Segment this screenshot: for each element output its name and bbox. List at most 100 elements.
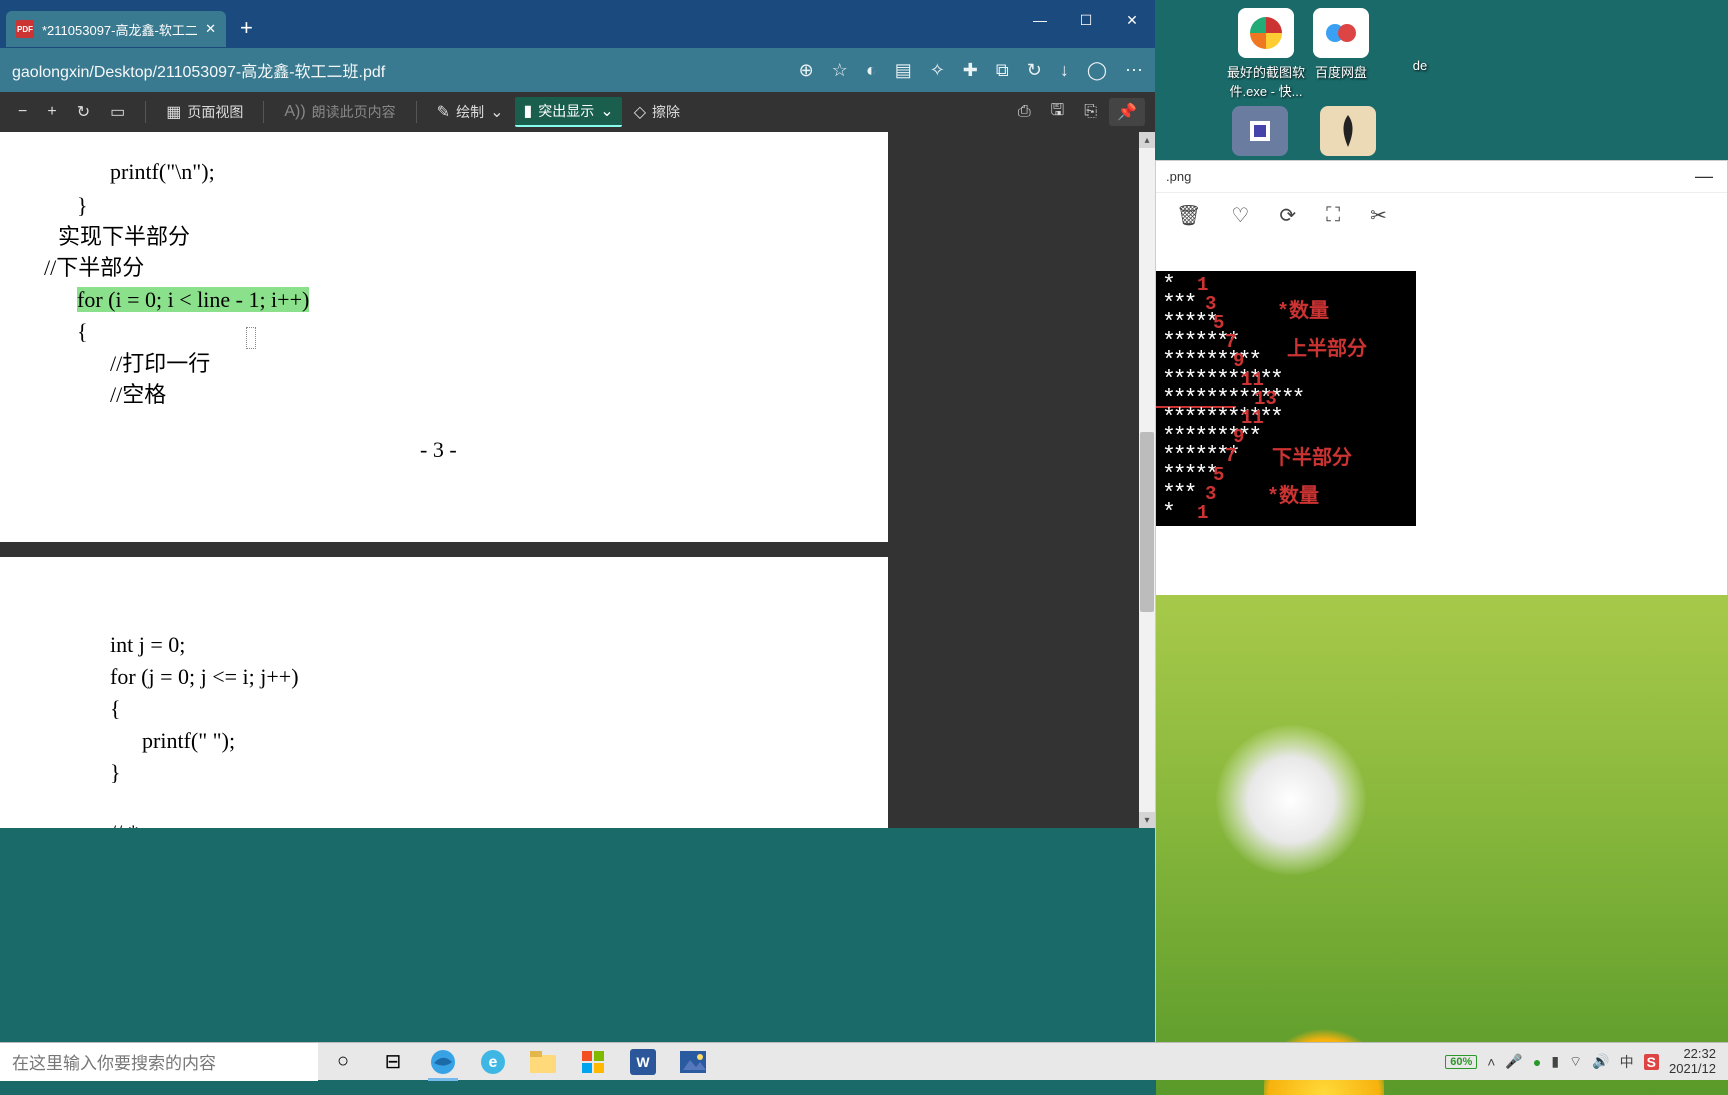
- edge-taskbar-icon[interactable]: [418, 1043, 468, 1081]
- pdf-toolbar: − + ↻ ▭ ▦页面视图 A))朗读此页内容 ✎绘制 ⌄ ▮突出显示 ⌄ ◇擦…: [0, 92, 1155, 132]
- vertical-scrollbar[interactable]: ▴ ▾: [1139, 132, 1155, 828]
- word-taskbar-icon[interactable]: W: [618, 1043, 668, 1081]
- favorite-icon[interactable]: ☆: [832, 60, 848, 81]
- rotate-button[interactable]: ↻: [69, 98, 98, 126]
- search-box[interactable]: 在这里输入你要搜索的内容: [0, 1043, 318, 1081]
- photos-filename: .png: [1166, 169, 1191, 184]
- code-line: }: [77, 188, 88, 223]
- system-tray: 60% ˄ 🎤 ● ▮ ⌔ 🔊 中 S 22:32 2021/12: [1445, 1047, 1728, 1076]
- history-icon[interactable]: ↻: [1027, 60, 1042, 81]
- code-line: int j = 0;: [110, 627, 185, 662]
- battery-indicator[interactable]: 60%: [1445, 1055, 1477, 1069]
- fit-button[interactable]: ▭: [102, 98, 133, 126]
- downloads-icon[interactable]: ↓: [1060, 60, 1069, 81]
- sogou-icon[interactable]: S: [1644, 1054, 1659, 1070]
- app-icon: [1320, 106, 1376, 156]
- desktop-icon-screenshot-tool[interactable]: 最好的截图软件.exe - 快...: [1225, 8, 1307, 100]
- code-line: printf(" ");: [142, 723, 235, 758]
- app-icon: [1313, 8, 1369, 58]
- draw-button[interactable]: ✎绘制 ⌄: [429, 98, 512, 126]
- svg-text:W: W: [636, 1054, 650, 1070]
- chevron-down-icon[interactable]: ⌄: [490, 102, 503, 122]
- address-text[interactable]: gaolongxin/Desktop/211053097-高龙鑫-软工二班.pd…: [12, 58, 791, 82]
- minimize-button[interactable]: —: [1017, 0, 1063, 40]
- toolbar-icons: ⊕ ☆ ◐ ▤ ✧ ✚ ⧉ ↻ ↓ ◯ ⋯: [799, 60, 1143, 81]
- avatar-icon[interactable]: ◯: [1087, 60, 1107, 81]
- menu-icon[interactable]: ⋯: [1125, 60, 1143, 81]
- profile-badge-icon[interactable]: ◐: [866, 60, 877, 81]
- favorites-bar-icon[interactable]: ✚: [963, 60, 978, 81]
- zoom-in-button[interactable]: +: [39, 99, 64, 125]
- code-line: // *: [110, 815, 139, 828]
- ime-icon[interactable]: 中: [1620, 1052, 1634, 1072]
- delete-icon[interactable]: 🗑: [1176, 203, 1201, 228]
- pdf-viewport[interactable]: printf("\n"); } 实现下半部分 //下半部分 for (i = 0…: [0, 132, 1155, 828]
- zoom-icon[interactable]: ⊕: [799, 60, 814, 81]
- erase-button[interactable]: ◇擦除: [626, 98, 688, 126]
- store-taskbar-icon[interactable]: [568, 1043, 618, 1081]
- close-window-button[interactable]: ✕: [1109, 0, 1155, 40]
- edit-icon[interactable]: ✂: [1370, 203, 1387, 228]
- task-view-button[interactable]: ⊟: [368, 1043, 418, 1081]
- photos-taskbar-icon[interactable]: [668, 1043, 718, 1081]
- page-view-button[interactable]: ▦页面视图: [158, 98, 251, 126]
- text-cursor: [246, 327, 256, 349]
- scroll-thumb[interactable]: [1140, 432, 1154, 612]
- photos-toolbar: 🗑 ♡ ⟳ ⛶ ✂: [1156, 193, 1727, 237]
- print-button[interactable]: ⎙: [1010, 99, 1039, 125]
- save-as-button[interactable]: ⎘: [1076, 99, 1105, 125]
- app-icon: [1232, 106, 1288, 156]
- explorer-taskbar-icon[interactable]: [518, 1043, 568, 1081]
- code-line: //下半部分: [44, 250, 144, 285]
- highlight-button[interactable]: ▮突出显示 ⌄: [515, 97, 621, 127]
- battery-icon[interactable]: ▮: [1551, 1053, 1559, 1070]
- svg-text:e: e: [489, 1054, 498, 1071]
- maximize-button[interactable]: ☐: [1063, 0, 1109, 40]
- read-aloud-button[interactable]: A))朗读此页内容: [276, 98, 403, 126]
- reading-icon[interactable]: ▤: [895, 60, 912, 81]
- new-tab-button[interactable]: +: [240, 15, 253, 41]
- photos-app-window: .png — 🗑 ♡ ⟳ ⛶ ✂ *1 ***3*数量 *****5 *****…: [1155, 160, 1728, 1080]
- browser-tab[interactable]: PDF *211053097-高龙鑫-软工二班.p ✕: [6, 11, 226, 47]
- favorite-icon[interactable]: ♡: [1231, 203, 1249, 228]
- minimize-button[interactable]: —: [1695, 166, 1713, 187]
- pin-toolbar-button[interactable]: 📌: [1109, 98, 1145, 126]
- browser2-taskbar-icon[interactable]: e: [468, 1043, 518, 1081]
- search-placeholder: 在这里输入你要搜索的内容: [12, 1049, 216, 1074]
- scroll-up-button[interactable]: ▴: [1139, 132, 1155, 148]
- draw-label: 绘制: [456, 102, 484, 122]
- edge-browser-window: PDF *211053097-高龙鑫-软工二班.p ✕ + — ☐ ✕ gaol…: [0, 0, 1155, 828]
- dandelion-image: [1156, 595, 1728, 1095]
- highlight-label: 突出显示: [538, 101, 594, 121]
- code-line: //打印一行: [110, 346, 210, 381]
- highlighted-text: for (i = 0; i < line - 1; i++): [77, 287, 309, 312]
- volume-icon[interactable]: 🔊: [1592, 1053, 1609, 1070]
- crop-icon[interactable]: ⛶: [1326, 204, 1340, 227]
- chevron-down-icon[interactable]: ⌄: [600, 101, 613, 121]
- tray-chevron-icon[interactable]: ˄: [1487, 1054, 1495, 1070]
- zoom-out-button[interactable]: −: [10, 99, 35, 125]
- cortana-button[interactable]: ○: [318, 1043, 368, 1081]
- code-line: }: [110, 755, 121, 790]
- rotate-icon[interactable]: ⟳: [1279, 203, 1296, 228]
- code-line: {: [77, 314, 88, 349]
- clock[interactable]: 22:32 2021/12: [1669, 1047, 1724, 1076]
- scroll-down-button[interactable]: ▾: [1139, 812, 1155, 828]
- time-text: 22:32: [1669, 1047, 1716, 1061]
- desktop-icon-generic1[interactable]: [1232, 106, 1288, 156]
- save-button[interactable]: 🖫: [1043, 95, 1073, 130]
- mic-icon[interactable]: 🎤: [1505, 1053, 1522, 1070]
- collections-icon[interactable]: ⧉: [996, 60, 1009, 81]
- code-line: for (j = 0; j <= i; j++): [110, 659, 299, 694]
- wifi-icon[interactable]: ⌔: [1569, 1053, 1582, 1071]
- desktop-icon-label: 百度网盘: [1313, 62, 1369, 81]
- tab-title: *211053097-高龙鑫-软工二班.p: [42, 20, 197, 39]
- code-line: //空格: [110, 377, 166, 412]
- close-tab-button[interactable]: ✕: [205, 21, 216, 37]
- extensions-icon[interactable]: ✧: [930, 60, 945, 81]
- desktop-icon-generic2[interactable]: [1320, 106, 1376, 156]
- desktop-icon-baidu[interactable]: 百度网盘: [1313, 8, 1369, 81]
- onedrive-icon[interactable]: ●: [1533, 1054, 1541, 1070]
- desktop-icon-de[interactable]: de: [1400, 8, 1440, 73]
- date-text: 2021/12: [1669, 1062, 1716, 1076]
